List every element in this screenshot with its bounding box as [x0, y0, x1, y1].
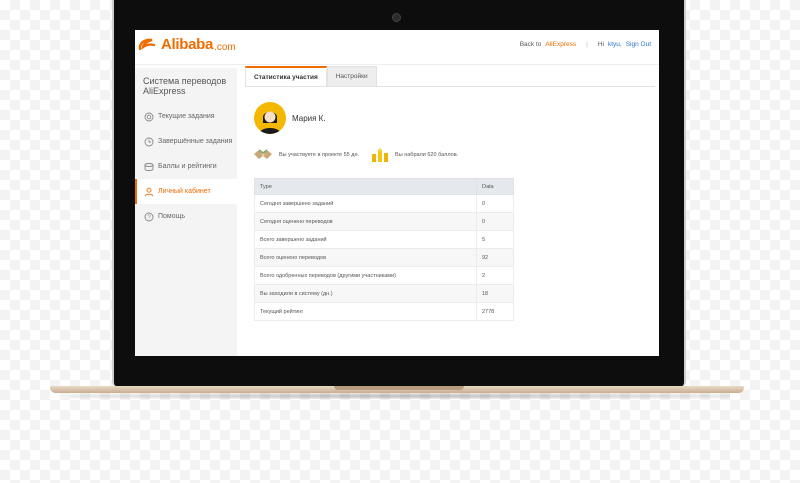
tab-settings[interactable]: Настройки — [326, 66, 377, 86]
profile-stats: Вы участвуете в проекте 55 дн. Вы набрал… — [253, 148, 470, 162]
row-data-cell: 2778 — [476, 302, 514, 321]
coins-icon — [143, 161, 154, 172]
laptop-shadow — [70, 393, 730, 399]
sidebar-item-label: Личный кабинет — [158, 188, 211, 195]
sidebar-title-line1: Система переводов — [143, 76, 227, 86]
username-link[interactable]: ktyu, — [608, 41, 622, 48]
stat-points: Вы набрали 620 баллов. — [371, 148, 458, 162]
laptop-notch — [334, 386, 464, 390]
coin-stack-icon — [371, 148, 389, 162]
table-header-row: Type Data — [254, 178, 514, 195]
greeting-prefix: Hi — [597, 41, 604, 48]
sidebar-item-label: Завершённые задания — [158, 138, 233, 145]
sidebar-item-label: Текущие задания — [158, 113, 215, 120]
sidebar-item-completed-tasks[interactable]: Завершённые задания — [135, 129, 237, 154]
logo-text: Alibaba — [161, 36, 214, 53]
sidebar-item-points[interactable]: Баллы и рейтинги — [135, 154, 237, 179]
row-data-cell: 0 — [476, 212, 514, 231]
tab-divider — [245, 86, 655, 87]
row-type-cell: Всего оценено переводов — [254, 248, 477, 267]
row-data-cell: 5 — [476, 230, 514, 249]
row-type-cell: Всего одобренных переводов (другими учас… — [254, 266, 477, 285]
table-row: Сегодня оценено переводов 0 — [254, 212, 514, 231]
row-data-cell: 18 — [476, 284, 514, 303]
table-row: Всего оценено переводов 92 — [254, 248, 514, 267]
sign-out-link[interactable]: Sign Out — [626, 41, 651, 48]
profile-name: Мария К. — [292, 114, 326, 123]
row-type-cell: Всего завершено заданий — [254, 230, 477, 249]
sidebar-item-label: Баллы и рейтинги — [158, 163, 217, 170]
handshake-icon — [253, 148, 273, 162]
row-type-cell: Сегодня оценено переводов — [254, 212, 477, 231]
webcam — [392, 13, 401, 22]
target-icon — [143, 111, 154, 122]
row-type-cell: Сегодня завершено заданий — [254, 194, 477, 213]
tab-statistics[interactable]: Статистика участия — [245, 66, 327, 86]
table-row: Текущий рейтинг 2778 — [254, 302, 514, 321]
column-header-data: Data — [476, 178, 514, 195]
header-links: Back to AliExpress | Hi ktyu, Sign Out — [520, 41, 651, 48]
back-to-aliexpress-link[interactable]: AliExpress — [545, 41, 576, 48]
row-type-cell: Текущий рейтинг — [254, 302, 477, 321]
stat-days-text: Вы участвуете в проекте 55 дн. — [279, 152, 360, 158]
top-header: Alibaba .com Back to AliExpress | Hi kty… — [135, 30, 659, 65]
row-data-cell: 0 — [476, 194, 514, 213]
row-data-cell: 2 — [476, 266, 514, 285]
app-screen: Alibaba .com Back to AliExpress | Hi kty… — [135, 30, 659, 356]
row-data-cell: 92 — [476, 248, 514, 267]
clock-icon — [143, 136, 154, 147]
column-header-type: Type — [254, 178, 477, 195]
sidebar-item-label: Помощь — [158, 213, 186, 220]
avatar — [254, 102, 286, 134]
header-divider: | — [586, 41, 588, 48]
sidebar-item-current-tasks[interactable]: Текущие задания — [135, 104, 237, 129]
stat-days: Вы участвуете в проекте 55 дн. — [253, 148, 359, 162]
alibaba-mark-icon — [137, 37, 159, 53]
sidebar-item-account[interactable]: Личный кабинет — [135, 179, 237, 204]
sidebar-title-line2: AliExpress — [143, 86, 186, 96]
table-row: Всего одобренных переводов (другими учас… — [254, 266, 514, 285]
logo-domain: .com — [214, 42, 236, 53]
sidebar: Система переводов AliExpress Текущие зад… — [135, 68, 237, 356]
tab-bar: Статистика участия Настройки — [245, 66, 377, 86]
row-type-cell: Вы заходили в систему (дн.) — [254, 284, 477, 303]
avatar-person-icon — [259, 111, 281, 134]
table-row: Сегодня завершено заданий 0 — [254, 194, 514, 213]
table-row: Всего завершено заданий 5 — [254, 230, 514, 249]
statistics-table: Type Data Сегодня завершено заданий 0 Сег… — [254, 178, 514, 321]
sidebar-title: Система переводов AliExpress — [135, 68, 237, 96]
stat-points-text: Вы набрали 620 баллов. — [395, 152, 459, 158]
table-row: Вы заходили в систему (дн.) 18 — [254, 284, 514, 303]
alibaba-logo[interactable]: Alibaba .com — [137, 36, 236, 53]
back-prefix: Back to — [519, 41, 542, 48]
sidebar-item-help[interactable]: ? Помощь — [135, 204, 237, 229]
help-icon: ? — [143, 211, 154, 222]
user-icon — [143, 186, 154, 197]
